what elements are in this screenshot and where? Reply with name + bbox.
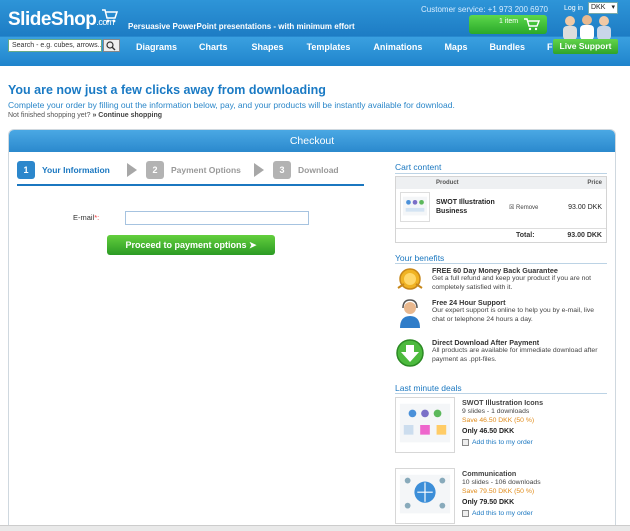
customer-service: Customer service: +1 973 200 6970 — [421, 5, 548, 14]
horizontal-scrollbar[interactable] — [0, 525, 630, 531]
chevron-right-icon — [127, 163, 137, 177]
deal-save: Save 46.50 DKK (50 %) — [462, 417, 535, 424]
medal-icon — [397, 268, 423, 290]
product-thumbnail[interactable] — [400, 192, 430, 222]
nav-bundles[interactable]: Bundles — [489, 42, 525, 52]
nav-templates[interactable]: Templates — [307, 42, 351, 52]
cart-table: Product Price SWOT Illustration Business … — [395, 176, 607, 243]
search-button[interactable] — [103, 39, 120, 52]
checkout-title: Checkout — [9, 130, 615, 152]
nav-diagrams[interactable]: Diagrams — [136, 42, 177, 52]
cart-total-row: Total: 93.00 DKK — [396, 228, 606, 242]
cart-button[interactable]: 1 item — [469, 15, 547, 34]
deal-thumbnail[interactable] — [395, 468, 455, 524]
remove-item-button[interactable]: ☒ Remove — [509, 204, 538, 211]
main-nav: Diagrams Charts Shapes Templates Animati… — [136, 42, 566, 52]
login-link[interactable]: Log in — [564, 5, 583, 12]
deal-title[interactable]: Communication — [462, 469, 516, 478]
deal-title[interactable]: SWOT Illustration Icons — [462, 398, 543, 407]
step-number: 2 — [146, 161, 164, 179]
cart-count: 1 item — [499, 18, 519, 25]
nav-animations[interactable]: Animations — [373, 42, 422, 52]
deal-meta: 10 slides - 106 downloads — [462, 479, 541, 486]
divider — [395, 393, 607, 394]
search-icon — [106, 41, 116, 51]
checkout-steps: 1 Your Information 2 Payment Options 3 D… — [17, 160, 364, 186]
support-team-image — [563, 15, 611, 40]
tagline: Persuasive PowerPoint presentations - wi… — [128, 22, 355, 31]
add-to-order-checkbox[interactable]: Add this to my order — [462, 510, 533, 517]
step-label: Download — [298, 165, 339, 175]
cart-item-name[interactable]: SWOT Illustration Business — [436, 198, 506, 216]
benefits-title: Your benefits — [395, 253, 445, 263]
add-to-order-checkbox[interactable]: Add this to my order — [462, 439, 533, 446]
deal-thumbnail[interactable] — [395, 397, 455, 453]
checkbox[interactable] — [462, 439, 469, 446]
checkbox[interactable] — [462, 510, 469, 517]
nav-maps[interactable]: Maps — [444, 42, 467, 52]
chevron-right-icon — [254, 163, 264, 177]
live-support-button[interactable]: Live Support — [553, 39, 618, 54]
deal-meta: 9 slides - 1 downloads — [462, 408, 530, 415]
search-input[interactable]: Search - e.g. cubes, arrows... — [8, 39, 102, 52]
cart-item-price: 93.00 DKK — [568, 204, 602, 211]
continue-shopping-link[interactable]: » Continue shopping — [92, 112, 162, 119]
step-payment-options: 2 Payment Options — [146, 160, 241, 180]
step-number: 1 — [17, 161, 35, 179]
email-label: E-mail*: — [73, 213, 100, 222]
step-download: 3 Download — [273, 160, 339, 180]
page-subtitle: Complete your order by filling out the i… — [8, 100, 455, 110]
site-logo[interactable]: SlideShop.com — [8, 9, 114, 31]
page-title: You are now just a few clicks away from … — [8, 83, 326, 97]
step-label: Payment Options — [171, 165, 241, 175]
step-your-information: 1 Your Information — [17, 160, 110, 180]
nav-shapes[interactable]: Shapes — [252, 42, 284, 52]
cart-icon — [524, 18, 541, 31]
step-label: Your Information — [42, 165, 110, 175]
deals-title: Last minute deals — [395, 383, 462, 393]
shopping-cart-icon — [102, 9, 118, 23]
currency-select[interactable]: DKK — [588, 2, 618, 14]
continue-shopping-note: Not finished shopping yet? » Continue sh… — [8, 112, 163, 119]
cart-table-header: Product Price — [396, 177, 606, 189]
divider — [395, 263, 607, 264]
deal-save: Save 79.50 DKK (50 %) — [462, 488, 535, 495]
nav-charts[interactable]: Charts — [199, 42, 228, 52]
email-field[interactable] — [125, 211, 309, 225]
step-underline — [17, 184, 364, 186]
deal-price: Only 79.50 DKK — [462, 499, 515, 506]
deal-price: Only 46.50 DKK — [462, 428, 515, 435]
headset-icon — [400, 299, 420, 328]
divider — [395, 173, 607, 174]
proceed-to-payment-button[interactable]: Proceed to payment options ➤ — [107, 235, 275, 255]
download-arrow-icon — [396, 339, 424, 367]
site-header: SlideShop.com Persuasive PowerPoint pres… — [0, 0, 630, 66]
step-number: 3 — [273, 161, 291, 179]
cart-content-title: Cart content — [395, 162, 442, 172]
